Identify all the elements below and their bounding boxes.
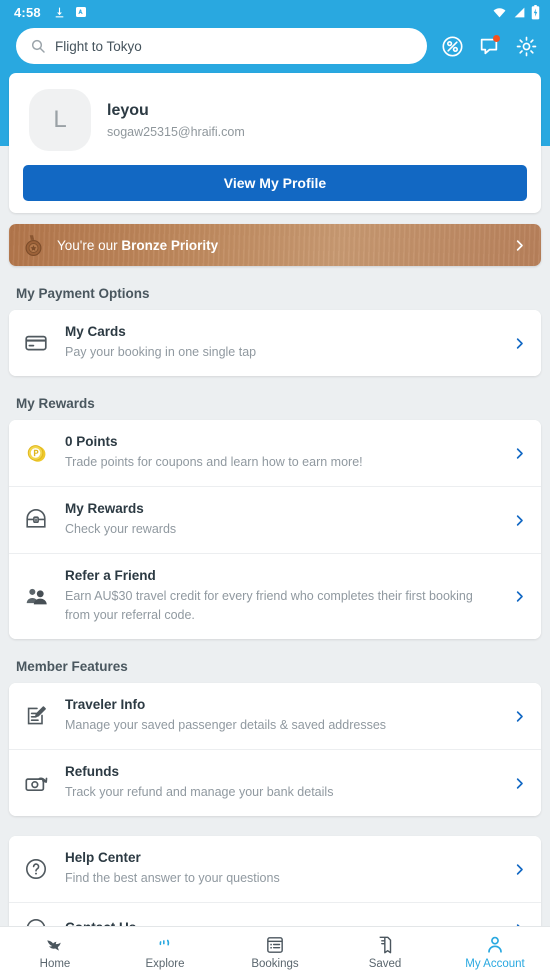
refer-friend-icon [21, 584, 51, 609]
list-item-subtitle: Pay your booking in one single tap [65, 345, 257, 359]
person-icon [485, 934, 505, 955]
bookmark-icon [375, 934, 395, 955]
chevron-right-icon [516, 863, 523, 875]
list-item-subtitle: Find the best answer to your questions [65, 871, 280, 885]
section-title-member-features: Member Features [16, 659, 128, 674]
compass-icon [154, 934, 176, 955]
profile-card: L leyou sogaw25315@hraifi.com View My Pr… [9, 73, 541, 213]
account-scroll-content[interactable]: L leyou sogaw25315@hraifi.com View My Pr… [0, 64, 550, 977]
profile-name: leyou [107, 101, 149, 119]
document-edit-icon [21, 704, 51, 728]
membership-prefix: You're our [57, 237, 122, 253]
app-badge-icon [75, 7, 86, 17]
membership-banner[interactable]: You're our Bronze Priority [9, 224, 541, 266]
list-item-body: Refer a Friend Earn AU$30 travel credit … [65, 568, 494, 625]
list-item-title: Refunds [65, 764, 119, 779]
list-item-subtitle: Trade points for coupons and learn how t… [65, 455, 363, 469]
profile-summary: L leyou sogaw25315@hraifi.com [23, 87, 527, 165]
status-bar: 4:58 [0, 0, 550, 24]
battery-icon [531, 4, 540, 19]
list-item-my-cards[interactable]: My Cards Pay your booking in one single … [9, 310, 541, 376]
chevron-right-icon [516, 710, 523, 722]
list-item-subtitle: Track your refund and manage your bank d… [65, 785, 334, 799]
section-title-rewards: My Rewards [16, 396, 95, 411]
gear-icon[interactable] [514, 34, 538, 58]
nav-item-explore[interactable]: Explore [110, 927, 220, 977]
support-card-spacer [9, 816, 541, 836]
chevron-right-icon [516, 447, 523, 459]
points-coin-icon [21, 442, 51, 465]
list-item-subtitle: Earn AU$30 travel credit for every frien… [65, 589, 473, 622]
discount-percent-icon[interactable] [440, 34, 464, 58]
search-input[interactable] [55, 38, 413, 54]
wifi-icon [493, 7, 506, 17]
question-circle-icon [21, 857, 51, 881]
list-item-title: Refer a Friend [65, 568, 156, 583]
list-item-refer-a-friend[interactable]: Refer a Friend Earn AU$30 travel credit … [9, 553, 541, 639]
membership-tier: Bronze Priority [121, 237, 219, 253]
list-item-body: 0 Points Trade points for coupons and le… [65, 434, 494, 472]
nav-label: Saved [368, 958, 402, 970]
nav-label: My Account [465, 958, 525, 970]
treasure-chest-icon [21, 508, 51, 532]
list-item-refunds[interactable]: Refunds Track your refund and manage you… [9, 749, 541, 816]
list-item-title: My Rewards [65, 501, 144, 516]
notification-badge [493, 35, 500, 42]
list-item-points[interactable]: 0 Points Trade points for coupons and le… [9, 420, 541, 486]
list-item-subtitle: Check your rewards [65, 522, 177, 536]
member-features-card: Traveler Info Manage your saved passenge… [9, 683, 541, 816]
list-item-traveler-info[interactable]: Traveler Info Manage your saved passenge… [9, 683, 541, 749]
membership-banner-text: You're our Bronze Priority [57, 238, 218, 253]
rewards-card: 0 Points Trade points for coupons and le… [9, 420, 541, 639]
status-left-icons [53, 6, 87, 19]
list-item-body: My Cards Pay your booking in one single … [65, 324, 494, 362]
status-right-icons [491, 4, 540, 20]
list-item-body: Refunds Track your refund and manage you… [65, 764, 494, 802]
nav-item-saved[interactable]: Saved [330, 927, 440, 977]
app-root: 4:58 Flight to Tokyo L leyou sogaw25315@… [0, 0, 550, 977]
nav-label: Home [39, 958, 71, 970]
list-item-body: My Rewards Check your rewards [65, 501, 494, 539]
list-item-my-rewards[interactable]: My Rewards Check your rewards [9, 486, 541, 553]
list-item-body: Traveler Info Manage your saved passenge… [65, 697, 494, 735]
nav-item-my-account[interactable]: My Account [440, 927, 550, 977]
bird-home-icon [44, 934, 66, 955]
medal-icon [25, 234, 42, 256]
section-title-payment: My Payment Options [16, 286, 150, 301]
chevron-right-icon [516, 337, 523, 349]
list-item-body: Help Center Find the best answer to your… [65, 850, 494, 888]
list-item-title: 0 Points [65, 434, 118, 449]
signal-icon [514, 7, 525, 17]
list-item-title: My Cards [65, 324, 126, 339]
status-time: 4:58 [14, 4, 41, 20]
avatar: L [29, 89, 91, 151]
view-my-profile-button[interactable]: View My Profile [23, 165, 527, 201]
profile-identity: leyou sogaw25315@hraifi.com [107, 102, 245, 139]
bookings-list-icon [265, 934, 285, 955]
nav-item-home[interactable]: Home [0, 927, 110, 977]
list-item-subtitle: Manage your saved passenger details & sa… [65, 718, 387, 732]
header-action-icons [440, 34, 538, 58]
chevron-right-icon [516, 777, 523, 789]
refund-money-icon [21, 771, 51, 796]
bottom-navigation: Home Explore Bookings Saved My Account [0, 926, 550, 977]
search-icon [31, 39, 45, 53]
payment-options-card: My Cards Pay your booking in one single … [9, 310, 541, 376]
nav-item-bookings[interactable]: Bookings [220, 927, 330, 977]
profile-email: sogaw25315@hraifi.com [107, 124, 245, 139]
chevron-right-icon [516, 591, 523, 602]
list-item-title: Traveler Info [65, 697, 146, 712]
nav-label: Explore [145, 958, 185, 970]
header-search-row [0, 24, 550, 64]
search-bar[interactable] [16, 28, 427, 64]
chevron-right-icon [516, 514, 523, 526]
credit-card-icon [21, 331, 51, 355]
chevron-right-icon [516, 239, 523, 251]
list-item-title: Help Center [65, 850, 141, 865]
download-icon [55, 7, 64, 17]
chat-bubble-icon[interactable] [477, 34, 501, 58]
nav-label: Bookings [251, 958, 299, 970]
list-item-help-center[interactable]: Help Center Find the best answer to your… [9, 836, 541, 902]
